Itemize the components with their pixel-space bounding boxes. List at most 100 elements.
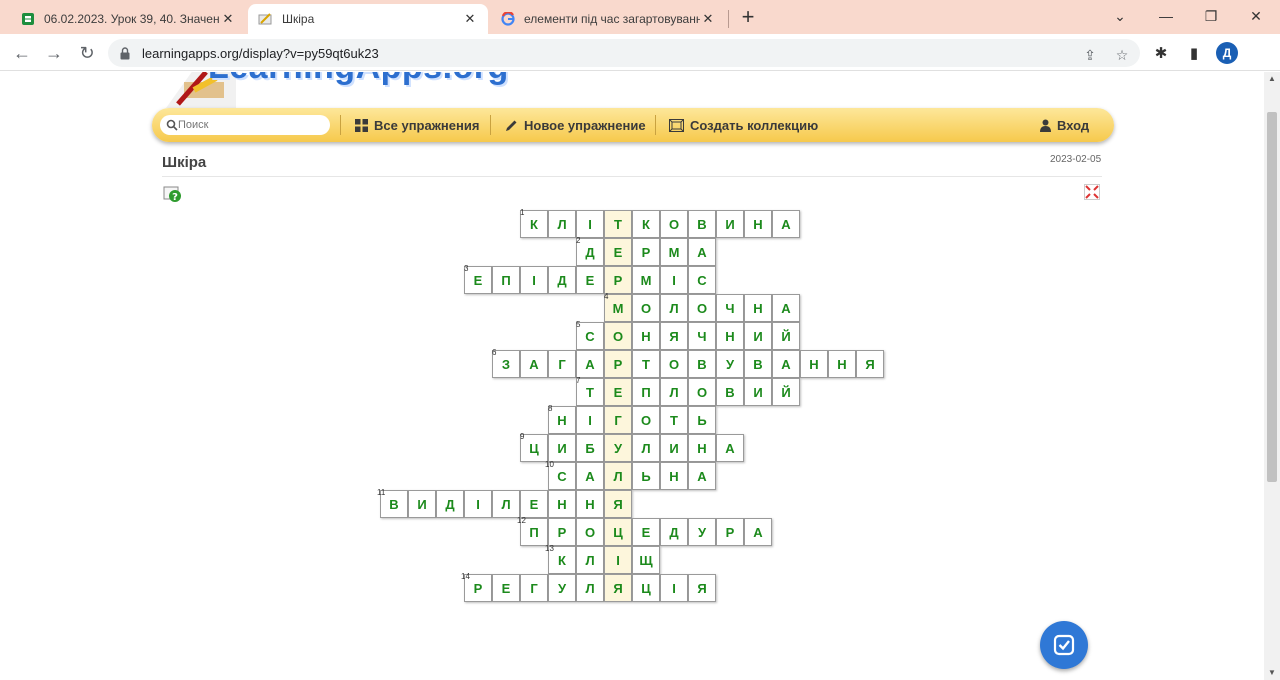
crossword-cell[interactable]: Я: [604, 490, 632, 518]
crossword-cell[interactable]: Ь: [688, 406, 716, 434]
crossword-cell[interactable]: Д: [436, 490, 464, 518]
crossword-cell[interactable]: Ч: [716, 294, 744, 322]
extensions-icon[interactable]: ✱: [1151, 44, 1171, 64]
crossword-cell[interactable]: Е: [520, 490, 548, 518]
crossword-cell[interactable]: Р: [604, 350, 632, 378]
crossword-cell[interactable]: Н: [632, 322, 660, 350]
profile-avatar[interactable]: Д: [1216, 42, 1238, 64]
restore-button[interactable]: ❐: [1196, 4, 1226, 28]
crossword-cell[interactable]: І: [464, 490, 492, 518]
crossword-cell[interactable]: Л: [604, 462, 632, 490]
crossword-cell[interactable]: Й: [772, 378, 800, 406]
crossword-cell[interactable]: В: [688, 210, 716, 238]
new-tab-button[interactable]: +: [736, 6, 760, 30]
crossword-cell[interactable]: Д: [548, 266, 576, 294]
tab-search-icon[interactable]: ⌄: [1105, 4, 1135, 28]
crossword-cell[interactable]: І: [660, 574, 688, 602]
search-box[interactable]: [160, 115, 330, 135]
crossword-cell[interactable]: Я: [604, 574, 632, 602]
scrollbar-thumb[interactable]: [1267, 112, 1277, 482]
crossword-cell[interactable]: Л: [660, 294, 688, 322]
crossword-cell[interactable]: І: [604, 546, 632, 574]
share-icon[interactable]: ⇪: [1080, 45, 1100, 65]
crossword-cell[interactable]: И: [660, 434, 688, 462]
page-scrollbar[interactable]: ▲ ▼: [1264, 72, 1280, 680]
crossword-cell[interactable]: Л: [548, 210, 576, 238]
crossword-cell[interactable]: У: [688, 518, 716, 546]
crossword-cell[interactable]: О: [660, 210, 688, 238]
crossword-cell[interactable]: В: [688, 350, 716, 378]
crossword-cell[interactable]: Ц: [604, 518, 632, 546]
crossword-cell[interactable]: М: [660, 238, 688, 266]
crossword-cell[interactable]: Ч: [688, 322, 716, 350]
crossword-cell[interactable]: І: [660, 266, 688, 294]
crossword-cell[interactable]: А: [688, 238, 716, 266]
close-window-button[interactable]: ✕: [1241, 4, 1271, 28]
crossword-cell[interactable]: Е: [604, 238, 632, 266]
scroll-down-icon[interactable]: ▼: [1264, 666, 1280, 680]
crossword-cell[interactable]: О: [576, 518, 604, 546]
crossword-cell[interactable]: Щ: [632, 546, 660, 574]
crossword-cell[interactable]: А: [576, 462, 604, 490]
scroll-up-icon[interactable]: ▲: [1264, 72, 1280, 86]
crossword-cell[interactable]: Л: [632, 434, 660, 462]
crossword-cell[interactable]: И: [744, 322, 772, 350]
crossword-cell[interactable]: Я: [688, 574, 716, 602]
tab-google[interactable]: елементи під час загартовування ✕: [490, 4, 726, 34]
crossword-cell[interactable]: Н: [688, 434, 716, 462]
crossword-cell[interactable]: Г: [548, 350, 576, 378]
crossword-cell[interactable]: Г: [520, 574, 548, 602]
crossword-cell[interactable]: О: [688, 294, 716, 322]
crossword-cell[interactable]: И: [744, 378, 772, 406]
help-icon[interactable]: ?: [163, 184, 183, 204]
crossword-cell[interactable]: А: [716, 434, 744, 462]
crossword-cell[interactable]: Л: [576, 574, 604, 602]
reload-icon[interactable]: ↻: [74, 40, 100, 66]
crossword-cell[interactable]: В: [744, 350, 772, 378]
side-panel-icon[interactable]: ▮: [1184, 44, 1204, 64]
crossword-cell[interactable]: Т: [632, 350, 660, 378]
crossword-cell[interactable]: О: [632, 294, 660, 322]
crossword-cell[interactable]: Р: [632, 238, 660, 266]
crossword-cell[interactable]: Н: [576, 490, 604, 518]
crossword-cell[interactable]: О: [660, 350, 688, 378]
crossword-cell[interactable]: Н: [744, 294, 772, 322]
new-exercise-link[interactable]: Новое упражнение: [505, 108, 646, 142]
crossword-cell[interactable]: А: [688, 462, 716, 490]
minimize-button[interactable]: —: [1151, 4, 1181, 28]
login-link[interactable]: Вход: [1040, 108, 1089, 142]
crossword-cell[interactable]: И: [716, 210, 744, 238]
crossword-cell[interactable]: У: [716, 350, 744, 378]
crossword-cell[interactable]: Н: [660, 462, 688, 490]
crossword-cell[interactable]: А: [576, 350, 604, 378]
close-icon[interactable]: ✕: [700, 11, 716, 27]
crossword-cell[interactable]: Л: [576, 546, 604, 574]
crossword-cell[interactable]: А: [772, 210, 800, 238]
all-exercises-link[interactable]: Все упражнения: [355, 108, 479, 142]
crossword-cell[interactable]: В: [716, 378, 744, 406]
tab-shkira[interactable]: Шкіра ✕: [248, 4, 488, 34]
crossword-cell[interactable]: У: [604, 434, 632, 462]
crossword-cell[interactable]: Д: [660, 518, 688, 546]
crossword-cell[interactable]: Б: [576, 434, 604, 462]
bookmark-star-icon[interactable]: ☆: [1112, 45, 1132, 65]
check-answer-button[interactable]: [1040, 621, 1088, 669]
crossword-cell[interactable]: У: [548, 574, 576, 602]
search-input[interactable]: [178, 119, 318, 131]
crossword-cell[interactable]: И: [408, 490, 436, 518]
forward-icon[interactable]: →: [41, 40, 67, 66]
crossword-cell[interactable]: Н: [828, 350, 856, 378]
crossword-cell[interactable]: И: [548, 434, 576, 462]
crossword-cell[interactable]: Т: [660, 406, 688, 434]
crossword-cell[interactable]: Р: [604, 266, 632, 294]
tab-lesson[interactable]: 06.02.2023. Урок 39, 40. Значення ✕: [10, 4, 246, 34]
crossword-cell[interactable]: П: [632, 378, 660, 406]
crossword-cell[interactable]: Я: [660, 322, 688, 350]
crossword-cell[interactable]: А: [744, 518, 772, 546]
crossword-cell[interactable]: Р: [716, 518, 744, 546]
crossword-cell[interactable]: М: [632, 266, 660, 294]
crossword-cell[interactable]: Е: [576, 266, 604, 294]
crossword-cell[interactable]: Е: [632, 518, 660, 546]
crossword-cell[interactable]: І: [576, 210, 604, 238]
crossword-cell[interactable]: Й: [772, 322, 800, 350]
